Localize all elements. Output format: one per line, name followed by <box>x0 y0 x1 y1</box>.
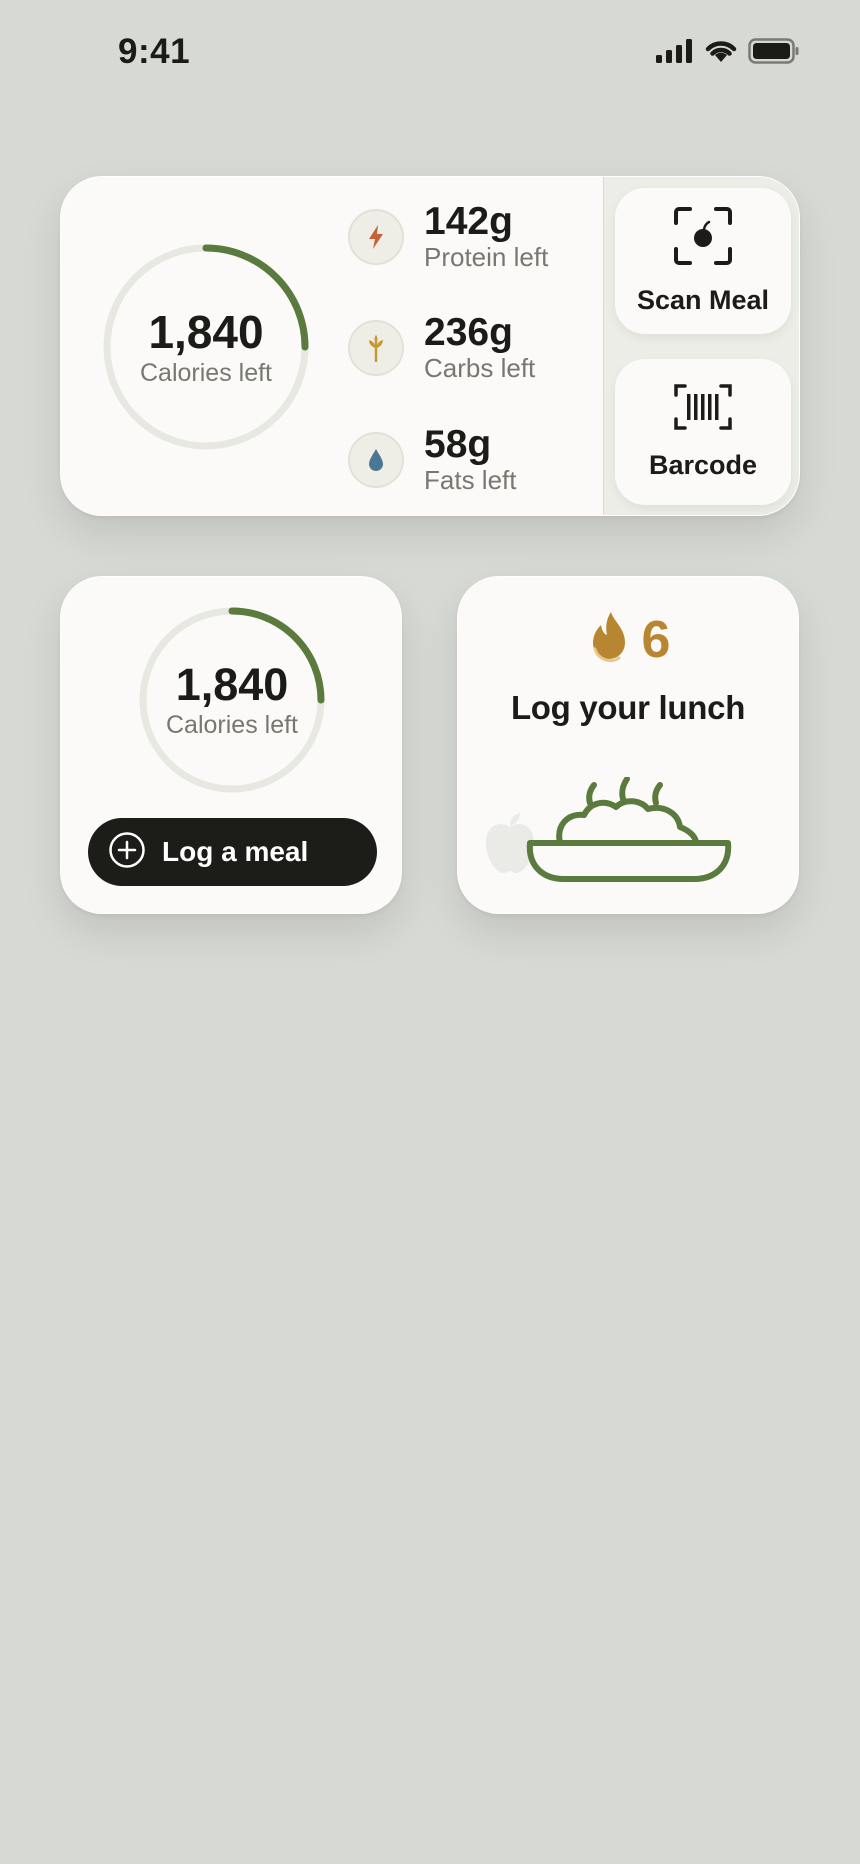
macro-carbs: 236g Carbs left <box>348 313 535 383</box>
quick-actions-panel: Scan Meal Barcode <box>603 177 799 515</box>
scan-meal-button[interactable]: Scan Meal <box>615 188 791 334</box>
cellular-signal-icon <box>656 39 694 68</box>
log-meal-button[interactable]: Log a meal <box>88 818 377 886</box>
carbs-value: 236g <box>424 311 513 354</box>
macro-fats: 58g Fats left <box>348 425 516 495</box>
steaming-bowl-icon <box>526 776 732 890</box>
log-meal-label: Log a meal <box>162 836 309 867</box>
fats-label: Fats left <box>424 465 517 495</box>
small-calories-label: Calories left <box>166 710 298 739</box>
lunch-reminder-widget[interactable]: 6 Log your lunch <box>457 576 799 914</box>
streak-count: 6 <box>641 610 671 669</box>
lightning-icon <box>348 209 404 265</box>
calories-value: 1,840 <box>148 305 264 358</box>
lunch-title: Log your lunch <box>510 689 746 726</box>
small-calories-value: 1,840 <box>175 658 289 710</box>
macro-protein: 142g Protein left <box>348 202 548 272</box>
wifi-icon <box>704 38 738 69</box>
calorie-ring: 1,840 Calories left <box>103 244 309 450</box>
barcode-button[interactable]: Barcode <box>615 359 791 505</box>
fats-value: 58g <box>424 423 492 466</box>
protein-label: Protein left <box>424 242 549 272</box>
nutrition-large-widget[interactable]: 1,840 Calories left 142g Protein left 23… <box>60 176 800 516</box>
protein-value: 142g <box>424 200 513 243</box>
status-icons <box>656 38 800 69</box>
wheat-icon <box>348 320 404 376</box>
drop-icon <box>348 432 404 488</box>
barcode-icon <box>673 383 733 436</box>
calories-label: Calories left <box>140 358 272 387</box>
status-time: 9:41 <box>118 32 191 71</box>
calorie-ring-small: 1,840 Calories left <box>139 607 325 793</box>
carbs-label: Carbs left <box>424 353 536 383</box>
streak: 6 <box>458 609 798 670</box>
scan-meal-label: Scan Meal <box>636 285 770 315</box>
status-bar: 9:41 <box>0 0 860 110</box>
flame-icon <box>586 609 632 670</box>
camera-scan-icon <box>673 206 733 271</box>
barcode-label: Barcode <box>648 450 758 480</box>
battery-icon <box>748 38 800 69</box>
plus-circle-icon <box>108 831 146 874</box>
calorie-small-widget[interactable]: 1,840 Calories left Log a meal <box>60 576 402 914</box>
